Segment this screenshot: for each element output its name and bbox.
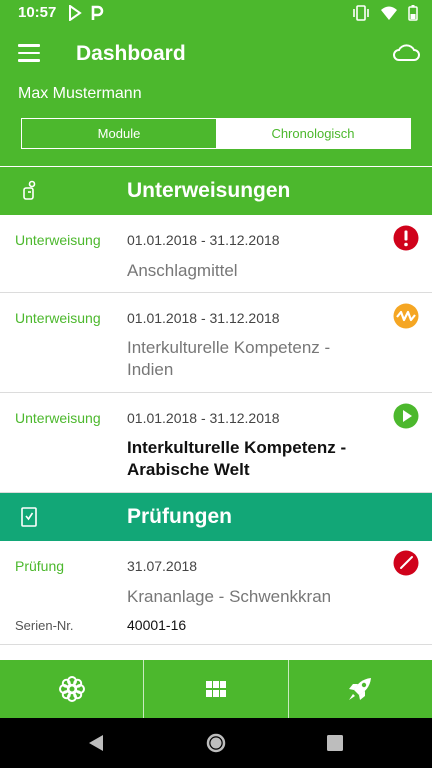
list-item[interactable]: Unterweisung 01.01.2018 - 31.12.2018 Int… xyxy=(0,393,432,493)
user-name: Max Mustermann xyxy=(18,85,142,102)
view-toggle: Module Chronologisch xyxy=(21,118,411,149)
list-item[interactable]: Prüfung 31.07.2018 Krananlage - Schwenkk… xyxy=(0,541,432,645)
recent-apps-icon[interactable] xyxy=(327,735,343,751)
item-title: Interkulturelle Kompetenz - Indien xyxy=(127,338,331,379)
item-date: 01.01.2018 - 31.12.2018 xyxy=(127,410,280,426)
bottom-nav xyxy=(0,660,432,718)
list-item[interactable]: Unterweisung 01.01.2018 - 31.12.2018 Ans… xyxy=(0,215,432,293)
nav-tab-grid[interactable] xyxy=(144,660,289,718)
grid-icon xyxy=(205,681,226,697)
clock-icon[interactable] xyxy=(393,550,419,576)
item-type: Unterweisung xyxy=(15,310,101,326)
segment-chronologisch[interactable]: Chronologisch xyxy=(216,119,410,148)
serial-label: Serien-Nr. xyxy=(15,618,74,633)
item-type: Prüfung xyxy=(15,558,65,574)
item-title: Anschlagmittel xyxy=(127,261,238,280)
item-type: Unterweisung xyxy=(15,232,101,248)
lecture-icon xyxy=(23,180,36,200)
section-title-pruefungen: Prüfungen xyxy=(127,505,232,528)
item-date: 01.01.2018 - 31.12.2018 xyxy=(127,232,280,248)
serial-value: 40001-16 xyxy=(127,617,187,633)
vibrate-icon xyxy=(353,5,369,21)
section-header-pruefungen[interactable]: Prüfungen xyxy=(0,493,432,541)
home-icon[interactable] xyxy=(206,733,226,753)
item-date: 01.01.2018 - 31.12.2018 xyxy=(127,310,280,326)
cloud-icon[interactable] xyxy=(392,42,420,62)
section-header-unterweisungen[interactable]: Unterweisungen xyxy=(0,167,432,215)
section-title-unterweisungen: Unterweisungen xyxy=(127,179,291,202)
list-item[interactable]: Unterweisung 01.01.2018 - 31.12.2018 Int… xyxy=(0,293,432,393)
page-title: Dashboard xyxy=(76,42,186,65)
status-bar: 10:57 xyxy=(0,0,432,28)
play-icon[interactable] xyxy=(393,403,419,429)
flower-icon xyxy=(58,676,85,702)
rocket-icon xyxy=(349,678,372,700)
item-date: 31.07.2018 xyxy=(127,558,198,574)
in-progress-icon[interactable] xyxy=(393,303,419,329)
back-icon[interactable] xyxy=(88,734,104,752)
item-title: Krananlage - Schwenkkran xyxy=(127,587,332,606)
checklist-icon xyxy=(21,507,37,527)
parking-icon xyxy=(91,5,104,20)
alert-icon[interactable] xyxy=(393,225,419,251)
system-nav-bar xyxy=(0,718,432,768)
nav-tab-modules[interactable] xyxy=(0,660,145,718)
menu-icon[interactable] xyxy=(18,44,40,62)
wifi-icon xyxy=(381,6,397,20)
status-right-icons xyxy=(352,5,418,21)
nav-tab-rocket[interactable] xyxy=(289,660,432,718)
app-bar: Dashboard Max Mustermann Module Chronolo… xyxy=(0,28,432,166)
play-store-icon xyxy=(69,5,82,21)
status-time: 10:57 xyxy=(18,4,57,21)
status-left-icons xyxy=(68,5,104,21)
battery-icon xyxy=(408,5,418,21)
item-type: Unterweisung xyxy=(15,410,101,426)
item-title: Interkulturelle Kompetenz - Arabische We… xyxy=(127,438,347,479)
segment-module[interactable]: Module xyxy=(22,119,216,148)
